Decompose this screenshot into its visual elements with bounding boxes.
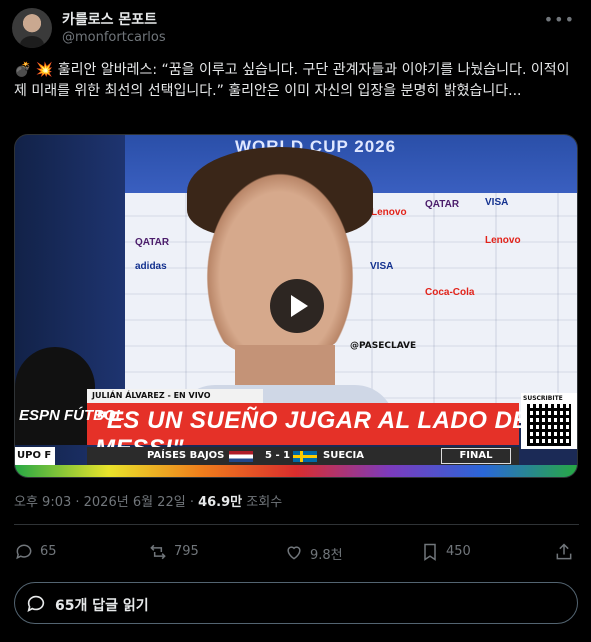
reply-count: 65 — [40, 544, 57, 559]
view-count: 46.9만 — [198, 495, 243, 510]
sponsor-logo: Lenovo — [485, 235, 521, 246]
match-status: FINAL — [441, 448, 511, 464]
more-icon[interactable]: ••• — [544, 10, 575, 29]
score-bar: PAÍSES BAJOS 5 - 1 SUECIA FINAL — [87, 447, 519, 465]
qr-code-box: SUSCRIBITE — [521, 393, 577, 449]
sponsor-logo: adidas — [135, 261, 167, 272]
sponsor-logo: VISA — [370, 261, 394, 272]
avatar[interactable] — [12, 8, 52, 48]
sponsor-logo: Lenovo — [371, 207, 407, 218]
sponsor-logo: QATAR — [135, 237, 170, 248]
tweet-timestamp[interactable]: 오후 9:03 · 2026년 6월 22일 · — [14, 495, 198, 510]
sponsor-logo: Coca-Cola — [425, 287, 475, 298]
divider — [14, 524, 579, 525]
share-button[interactable] — [554, 540, 576, 564]
team-a-name: PAÍSES BAJOS — [147, 450, 225, 461]
player-label: JULIÁN ÁLVAREZ - EN VIVO — [87, 389, 263, 403]
like-count: 9.8천 — [310, 548, 343, 563]
view-label: 조회수 — [242, 495, 283, 510]
qr-label: SUSCRIBITE — [523, 395, 563, 402]
share-icon — [556, 543, 572, 560]
qr-code-icon — [527, 404, 571, 446]
author-name[interactable]: 카를로스 몬포트 — [62, 9, 157, 29]
bookmark-icon — [424, 543, 436, 561]
play-icon[interactable] — [270, 279, 324, 333]
team-b-name: SUECIA — [323, 450, 364, 461]
read-replies-label: 65개 답글 읽기 — [55, 598, 149, 614]
bookmark-count: 450 — [446, 544, 471, 559]
sponsor-logo: QATAR — [425, 199, 460, 210]
sweden-flag-icon — [293, 451, 317, 462]
repost-count: 795 — [174, 544, 199, 559]
group-label: UPO F — [15, 447, 55, 465]
action-bar: 65 795 9.8천 450 — [14, 540, 576, 564]
tweet-header: 카를로스 몬포트 @monfortcarlos ••• — [12, 8, 579, 50]
repost-icon — [150, 544, 166, 560]
heart-icon — [287, 546, 301, 560]
reply-icon — [16, 544, 32, 560]
read-replies-button[interactable]: 65개 답글 읽기 — [14, 582, 578, 624]
reply-icon — [27, 595, 45, 612]
author-handle[interactable]: @monfortcarlos — [62, 30, 166, 45]
tweet-text: 💣 💥 훌리안 알바레스: “꿈을 이루고 싶습니다. 구단 관계자들과 이야기… — [14, 62, 570, 99]
netherlands-flag-icon — [229, 451, 253, 462]
network-logo: ESPN FÚTBOL — [19, 407, 125, 424]
video-watermark: @PASECLAVE — [350, 341, 417, 351]
ticker-stripe — [15, 465, 577, 477]
sponsor-logo: VISA — [485, 197, 509, 208]
video-player[interactable]: WORLD CUP 2026 VISA QATAR Lenovo VISA Le… — [14, 134, 578, 478]
match-score: 5 - 1 — [265, 450, 291, 461]
tweet-meta: 오후 9:03 · 2026년 6월 22일 · 46.9만 조회수 — [14, 491, 282, 510]
